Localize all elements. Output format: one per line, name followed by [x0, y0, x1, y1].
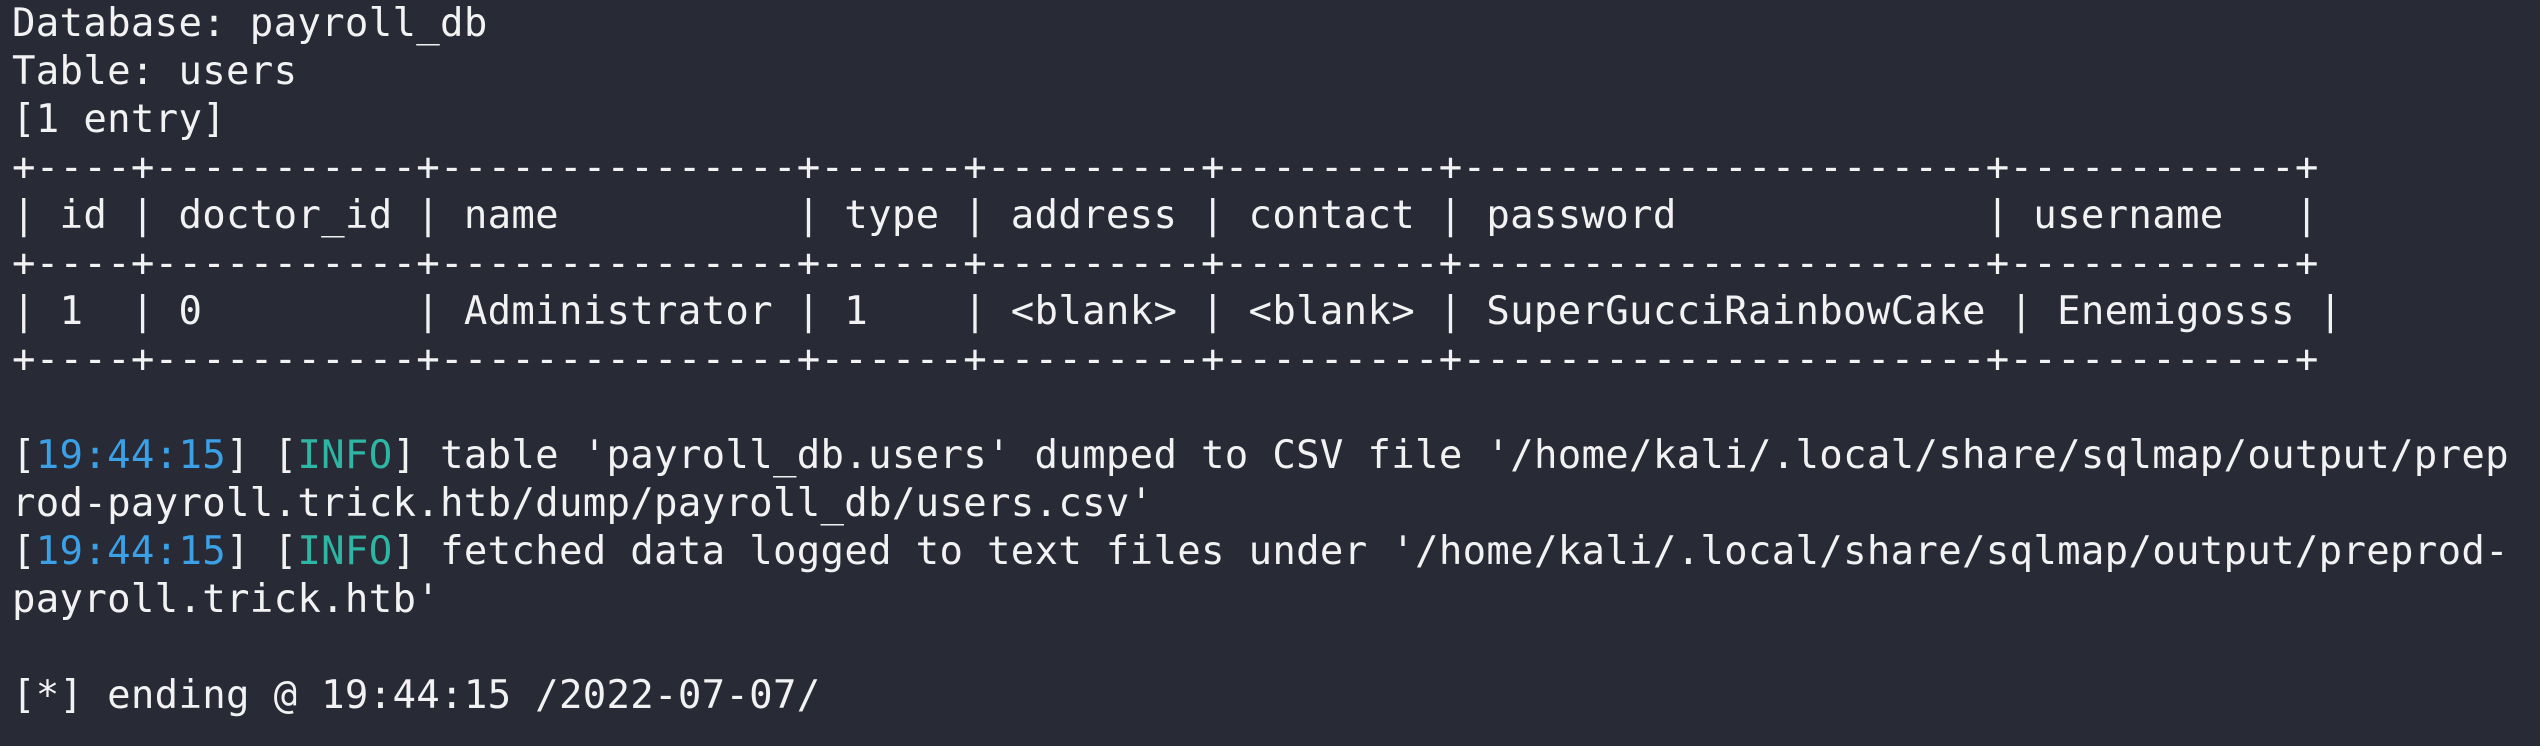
log-timestamp: 19:44:15 [35, 529, 227, 574]
table-border-top: +----+-----------+---------------+------… [12, 145, 2319, 190]
log-message: table 'payroll_db.users' dumped to CSV f… [416, 433, 2509, 478]
ending-line: [*] ending @ 19:44:15 /2022-07-07/ [12, 673, 821, 718]
log-timestamp: 19:44:15 [35, 433, 227, 478]
terminal-window[interactable]: Database: payroll_db Table: users [1 ent… [0, 0, 2540, 746]
table-data-row: | 1 | 0 | Administrator | 1 | <blank> | … [12, 289, 2343, 334]
log-line-continuation: rod-payroll.trick.htb/dump/payroll_db/us… [12, 481, 1154, 526]
log-line-continuation: payroll.trick.htb' [12, 577, 441, 622]
dump-table: +----+-----------+---------------+------… [12, 144, 2540, 384]
entry-count-line: [1 entry] [12, 97, 227, 142]
log-level: INFO [297, 529, 393, 574]
table-header-row: | id | doctor_id | name | type | address… [12, 193, 2319, 238]
table-line: Table: users [12, 49, 298, 94]
log-message: fetched data logged to text files under … [416, 529, 2509, 574]
database-line: Database: payroll_db [12, 1, 488, 46]
table-border-bottom: +----+-----------+---------------+------… [12, 337, 2319, 382]
log-level: INFO [297, 433, 393, 478]
log-line: [19:44:15] [INFO] fetched data logged to… [12, 529, 2509, 574]
table-border-middle: +----+-----------+---------------+------… [12, 241, 2319, 286]
log-line: [19:44:15] [INFO] table 'payroll_db.user… [12, 433, 2509, 478]
